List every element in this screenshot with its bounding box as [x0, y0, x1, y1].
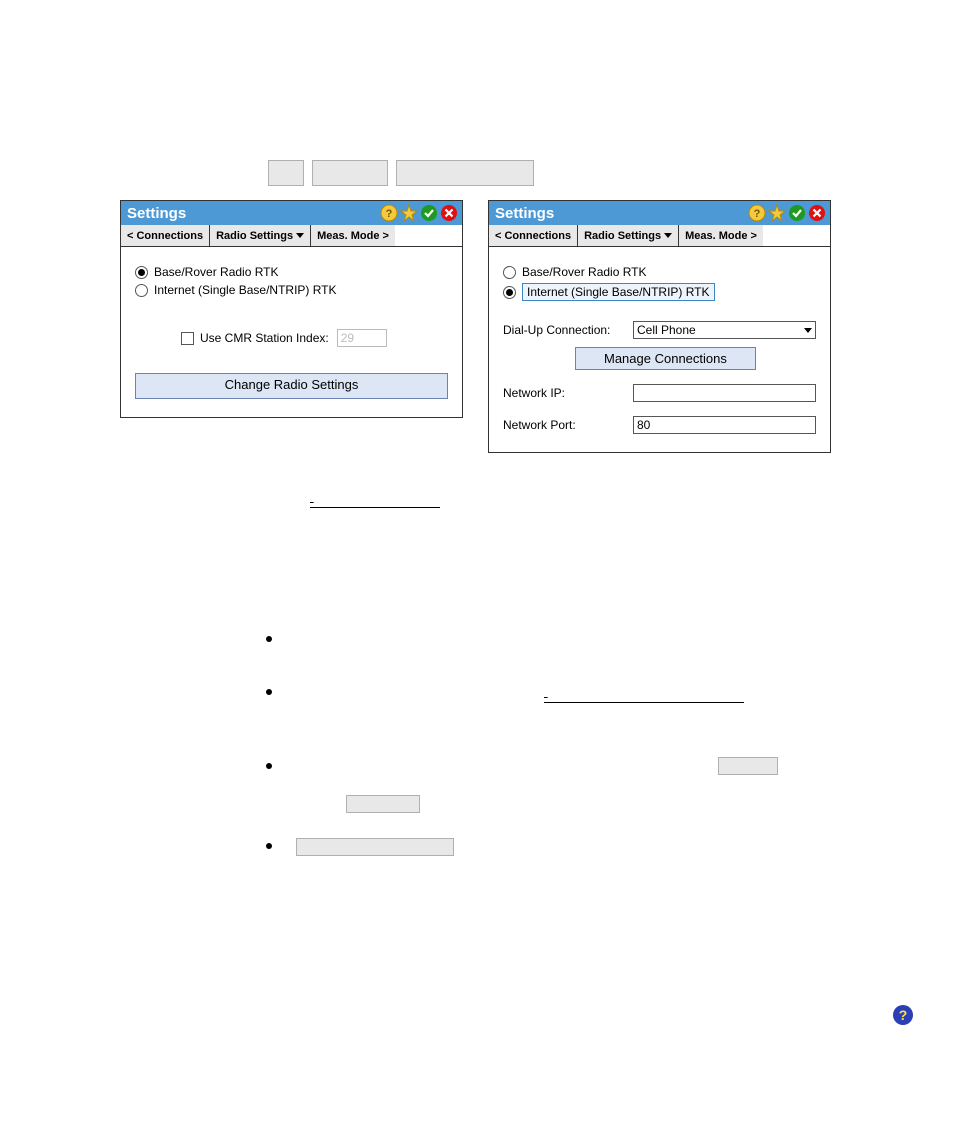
- tab-radio-settings[interactable]: Radio Settings: [578, 225, 679, 246]
- placeholder-box: [268, 160, 304, 186]
- radio-internet-rtk[interactable]: Internet (Single Base/NTRIP) RTK: [135, 283, 448, 297]
- radio-icon: [503, 266, 516, 279]
- svg-text:?: ?: [386, 208, 393, 220]
- placeholder-box: [346, 795, 420, 813]
- radio-icon: [503, 286, 516, 299]
- placeholder-box: [396, 160, 534, 186]
- tab-bar: < Connections Radio Settings Meas. Mode …: [121, 225, 462, 247]
- list-item: [266, 757, 840, 814]
- radio-internet-rtk[interactable]: Internet (Single Base/NTRIP) RTK: [503, 283, 816, 301]
- bullet-section: [266, 630, 840, 890]
- title: Settings: [493, 205, 748, 222]
- tab-radio-settings[interactable]: Radio Settings: [210, 225, 311, 246]
- ok-icon[interactable]: [420, 204, 438, 222]
- help-icon[interactable]: ?: [380, 204, 398, 222]
- network-port-label: Network Port:: [503, 418, 633, 432]
- dial-up-label: Dial-Up Connection:: [503, 323, 633, 337]
- dial-up-value: Cell Phone: [637, 323, 696, 337]
- tab-prev-connections[interactable]: < Connections: [121, 225, 210, 246]
- placeholder-box: [718, 757, 778, 775]
- manage-connections-button[interactable]: Manage Connections: [575, 347, 756, 370]
- list-item: [266, 683, 840, 703]
- tab-bar: < Connections Radio Settings Meas. Mode …: [489, 225, 830, 247]
- placeholder-box: [312, 160, 388, 186]
- dial-up-select[interactable]: Cell Phone: [633, 321, 816, 339]
- chevron-down-icon: [664, 233, 672, 238]
- list-item: [266, 630, 840, 649]
- radio-base-rover[interactable]: Base/Rover Radio RTK: [135, 265, 448, 279]
- network-port-field[interactable]: 80: [633, 416, 816, 434]
- radio-icon: [135, 266, 148, 279]
- settings-panel-radio-rtk: Settings ? < Connections Radio Settings …: [120, 200, 463, 418]
- settings-panel-internet-rtk: Settings ? < Connections Radio Settings …: [488, 200, 831, 453]
- close-icon[interactable]: [808, 204, 826, 222]
- chevron-down-icon: [804, 328, 812, 333]
- titlebar: Settings ?: [121, 201, 462, 225]
- radio-icon: [135, 284, 148, 297]
- tab-next-meas-mode[interactable]: Meas. Mode >: [311, 225, 395, 246]
- radio-base-rover[interactable]: Base/Rover Radio RTK: [503, 265, 816, 279]
- placeholder-box: [296, 838, 454, 856]
- list-item: [266, 837, 840, 856]
- network-ip-label: Network IP:: [503, 386, 633, 400]
- change-radio-settings-button[interactable]: Change Radio Settings: [135, 373, 448, 399]
- help-icon[interactable]: ?: [748, 204, 766, 222]
- star-icon[interactable]: [768, 204, 786, 222]
- use-cmr-checkbox-row[interactable]: Use CMR Station Index: 29: [181, 329, 448, 347]
- tab-prev-connections[interactable]: < Connections: [489, 225, 578, 246]
- network-ip-field[interactable]: [633, 384, 816, 402]
- radio-label: Base/Rover Radio RTK: [154, 265, 279, 279]
- help-badge-icon[interactable]: ?: [892, 1004, 914, 1026]
- station-index-field[interactable]: 29: [337, 329, 387, 347]
- link-placeholder: [120, 488, 840, 508]
- star-icon[interactable]: [400, 204, 418, 222]
- radio-label: Base/Rover Radio RTK: [522, 265, 647, 279]
- ok-icon[interactable]: [788, 204, 806, 222]
- tab-next-meas-mode[interactable]: Meas. Mode >: [679, 225, 763, 246]
- radio-label: Internet (Single Base/NTRIP) RTK: [154, 283, 337, 297]
- close-icon[interactable]: [440, 204, 458, 222]
- svg-text:?: ?: [754, 208, 761, 220]
- titlebar: Settings ?: [489, 201, 830, 225]
- checkbox-icon: [181, 332, 194, 345]
- checkbox-label: Use CMR Station Index:: [200, 331, 329, 345]
- radio-label: Internet (Single Base/NTRIP) RTK: [522, 283, 715, 301]
- top-placeholder-row: [268, 160, 534, 186]
- svg-text:?: ?: [899, 1007, 908, 1023]
- chevron-down-icon: [296, 233, 304, 238]
- title: Settings: [125, 205, 380, 222]
